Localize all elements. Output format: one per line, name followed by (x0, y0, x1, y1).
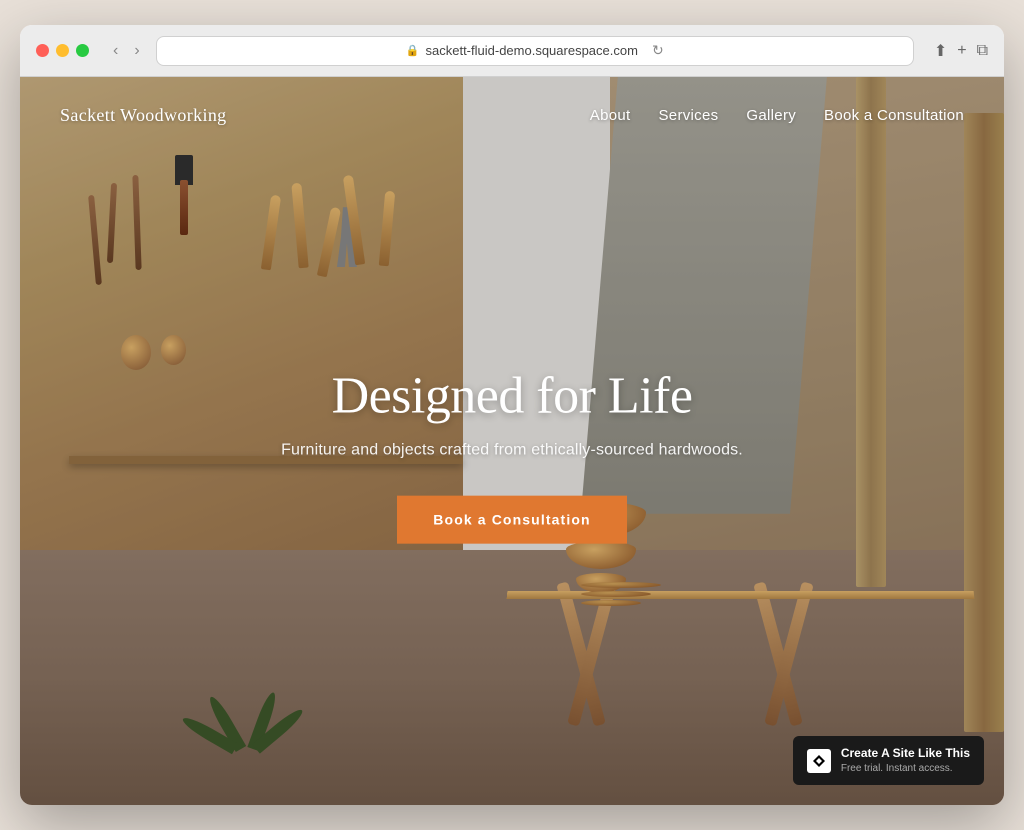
browser-window: ‹ › 🔒 sackett-fluid-demo.squarespace.com… (20, 25, 1004, 805)
badge-text: Create A Site Like This Free trial. Inst… (841, 746, 970, 775)
hero-title: Designed for Life (212, 367, 812, 426)
wooden-balls-group (121, 335, 186, 370)
browser-chrome: ‹ › 🔒 sackett-fluid-demo.squarespace.com… (20, 25, 1004, 77)
spoon-1 (261, 195, 281, 271)
share-icon[interactable]: ⬆ (934, 41, 947, 61)
squarespace-icon (807, 749, 831, 773)
minimize-button[interactable] (56, 44, 69, 57)
traffic-lights (36, 44, 89, 57)
nav-services[interactable]: Services (659, 107, 719, 124)
badge-subtitle: Free trial. Instant access. (841, 762, 970, 775)
wooden-ball-1 (121, 335, 151, 370)
address-bar[interactable]: 🔒 sackett-fluid-demo.squarespace.com ↻ (156, 36, 914, 66)
hero-subtitle: Furniture and objects crafted from ethic… (212, 442, 812, 460)
plate-3 (581, 600, 641, 606)
hero-content: Designed for Life Furniture and objects … (212, 367, 812, 544)
site-logo[interactable]: Sackett Woodworking (60, 105, 227, 126)
bowl-medium (566, 541, 636, 569)
close-button[interactable] (36, 44, 49, 57)
nav-book-consultation[interactable]: Book a Consultation (824, 107, 964, 124)
squarespace-badge[interactable]: Create A Site Like This Free trial. Inst… (793, 736, 984, 785)
reload-icon[interactable]: ↻ (652, 42, 664, 59)
plate-1 (581, 582, 661, 588)
tool-chisel-1 (88, 195, 102, 285)
nav-about[interactable]: About (590, 107, 631, 124)
cta-button[interactable]: Book a Consultation (397, 496, 626, 544)
wooden-ball-2 (161, 335, 186, 365)
plates-stack (581, 582, 661, 606)
browser-controls: ‹ › (109, 41, 144, 61)
tool-chisel-3 (132, 175, 141, 270)
website-content: Sackett Woodworking About Services Galle… (20, 77, 1004, 805)
site-nav: Sackett Woodworking About Services Galle… (20, 77, 1004, 154)
new-tab-icon[interactable]: + (957, 42, 966, 60)
forward-button[interactable]: › (130, 41, 143, 61)
tool-chisel-2 (107, 183, 117, 263)
tabs-icon[interactable]: ⧉ (977, 42, 988, 60)
badge-title: Create A Site Like This (841, 746, 970, 762)
plate-2 (581, 591, 651, 597)
brush-handle (180, 180, 188, 235)
lock-icon: 🔒 (406, 44, 420, 57)
brush (175, 155, 193, 235)
maximize-button[interactable] (76, 44, 89, 57)
nav-gallery[interactable]: Gallery (746, 107, 796, 124)
back-button[interactable]: ‹ (109, 41, 122, 61)
nav-links: About Services Gallery Book a Consultati… (590, 107, 964, 124)
spoon-5 (378, 191, 394, 267)
toolbar-right: ⬆ + ⧉ (934, 41, 988, 61)
url-text: sackett-fluid-demo.squarespace.com (426, 43, 638, 58)
spoon-2 (291, 183, 308, 269)
